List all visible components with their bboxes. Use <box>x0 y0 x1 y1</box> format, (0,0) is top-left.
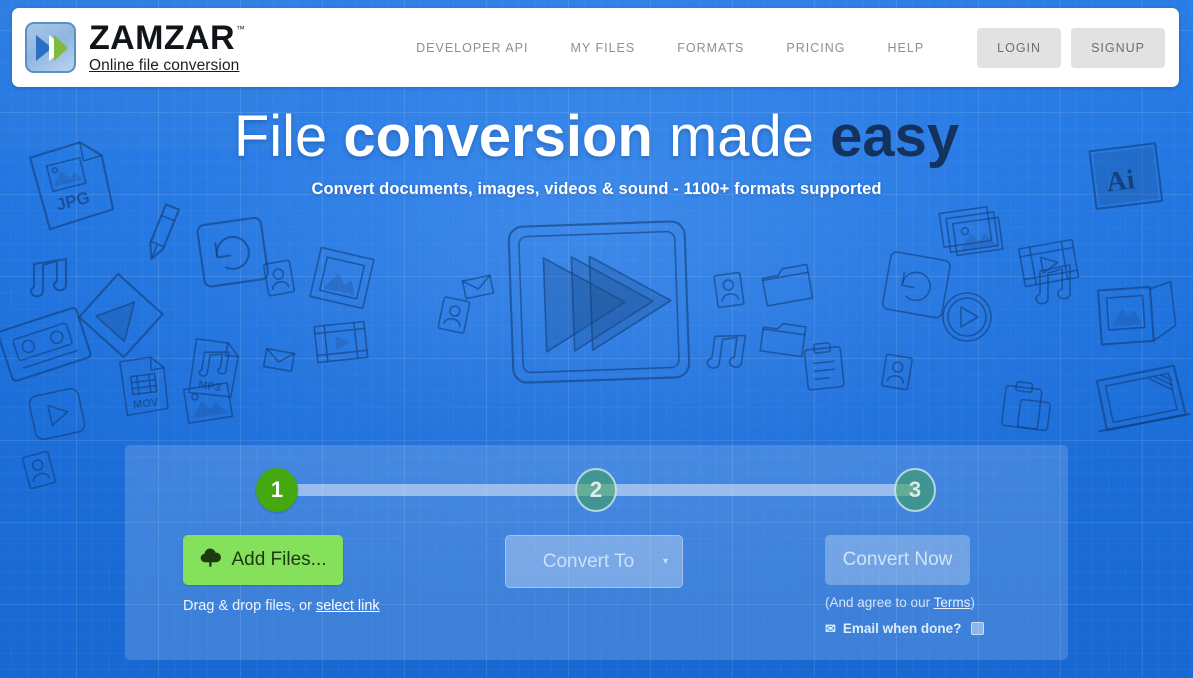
trademark-symbol: ™ <box>235 24 245 35</box>
envelope-doodle <box>461 274 495 300</box>
terms-agreement-text: (And agree to our Terms) <box>825 595 1070 610</box>
login-button[interactable]: LOGIN <box>977 27 1062 68</box>
music-note-doodle <box>29 257 68 298</box>
refresh-square-doodle <box>196 216 269 288</box>
svg-text:MP3: MP3 <box>197 379 221 394</box>
step-indicator: 1 2 3 <box>125 445 1068 535</box>
step-2-indicator[interactable]: 2 <box>575 468 617 512</box>
id-card-doodle <box>21 450 57 490</box>
photo-stack-doodle <box>938 206 1004 257</box>
step-1-indicator[interactable]: 1 <box>256 468 298 512</box>
id-card-doodle <box>262 259 296 297</box>
account-actions: LOGIN SIGNUP <box>967 27 1165 68</box>
site-header: ZAMZAR™ Online file conversion DEVELOPER… <box>12 8 1179 87</box>
main-navigation: DEVELOPER API MY FILES FORMATS PRICING H… <box>395 27 1179 68</box>
nav-formats[interactable]: FORMATS <box>656 33 765 63</box>
step-1-column: Add Files... Drag & drop files, or selec… <box>183 535 483 614</box>
music-note-doodle <box>1035 264 1071 305</box>
terms-suffix: ) <box>970 595 975 610</box>
mov-file-doodle: MOV <box>119 356 169 417</box>
terms-link[interactable]: Terms <box>934 595 971 610</box>
play-circle-doodle <box>942 292 992 342</box>
add-files-label: Add Files... <box>231 549 327 570</box>
photo-doodle <box>182 381 234 425</box>
clipboard-doodle <box>803 342 845 391</box>
refresh-square-doodle <box>881 251 951 319</box>
drag-drop-text: Drag & drop files, or <box>183 598 316 614</box>
drag-drop-hint: Drag & drop files, or select link <box>183 598 483 614</box>
email-when-done-row: ✉ Email when done? <box>825 621 1070 636</box>
headline-part-2: conversion <box>343 104 653 169</box>
headline-part-4: easy <box>830 104 960 169</box>
envelope-doodle <box>262 347 296 373</box>
play-button-doodle <box>28 387 86 441</box>
picture-frame-doodle <box>1097 280 1177 346</box>
laptop-doodle <box>1095 364 1191 433</box>
convert-now-button[interactable]: Convert Now <box>825 535 970 585</box>
step-3-indicator[interactable]: 3 <box>894 468 936 512</box>
logo-link[interactable]: ZAMZAR™ Online file conversion <box>25 19 245 75</box>
terms-prefix: (And agree to our <box>825 595 934 610</box>
cloud-upload-icon <box>199 547 222 573</box>
logo-tagline: Online file conversion <box>89 57 240 75</box>
play-triangle-doodle <box>78 272 164 359</box>
film-strip-doodle <box>313 320 369 364</box>
add-files-button[interactable]: Add Files... <box>183 535 343 585</box>
hero-section: File conversion made easy Convert docume… <box>0 104 1193 199</box>
step-2-column: Convert To ▾ <box>505 535 735 588</box>
folder-doodle <box>761 263 814 307</box>
signup-button[interactable]: SIGNUP <box>1071 27 1165 68</box>
headline-part-3: made <box>652 104 831 169</box>
zamzar-homepage: JPG MP3 MOV Ai ZAMZAR™ Online file conve… <box>0 0 1193 678</box>
chevron-down-icon: ▾ <box>662 556 668 567</box>
film-strip-doodle <box>1017 238 1080 288</box>
nav-help[interactable]: HELP <box>867 33 946 63</box>
pencil-doodle <box>149 203 181 260</box>
music-note-doodle <box>706 334 747 369</box>
logo-wordmark: ZAMZAR <box>89 19 235 58</box>
id-card-doodle <box>437 296 471 334</box>
convert-to-dropdown[interactable]: Convert To ▾ <box>505 535 683 588</box>
picture-frame-doodle <box>309 246 375 310</box>
id-card-doodle <box>713 271 745 309</box>
fast-forward-square-doodle <box>507 220 691 384</box>
cassette-doodle <box>0 307 92 382</box>
id-card-doodle <box>881 353 913 391</box>
converter-panel: 1 2 3 Add Files... Drag & drop files, or… <box>125 445 1068 660</box>
convert-to-label: Convert To <box>542 550 635 572</box>
envelope-icon: ✉ <box>825 621 836 636</box>
page-headline: File conversion made easy <box>0 104 1193 169</box>
hero-subheading: Convert documents, images, videos & soun… <box>311 179 882 198</box>
nav-developer-api[interactable]: DEVELOPER API <box>395 33 549 63</box>
email-when-done-label: Email when done? <box>842 621 962 636</box>
folder-doodle <box>759 322 807 358</box>
nav-pricing[interactable]: PRICING <box>765 33 866 63</box>
svg-text:MOV: MOV <box>133 396 160 411</box>
email-when-done-checkbox[interactable] <box>971 622 985 635</box>
step-3-column: Convert Now (And agree to our Terms) ✉ E… <box>825 535 1070 636</box>
select-link-link[interactable]: select link <box>316 598 380 614</box>
clipboard-doodle <box>1001 381 1052 432</box>
double-chevron-play-icon <box>25 22 76 73</box>
headline-part-1: File <box>233 104 344 169</box>
nav-my-files[interactable]: MY FILES <box>549 33 656 63</box>
mp3-file-doodle: MP3 <box>188 338 240 398</box>
